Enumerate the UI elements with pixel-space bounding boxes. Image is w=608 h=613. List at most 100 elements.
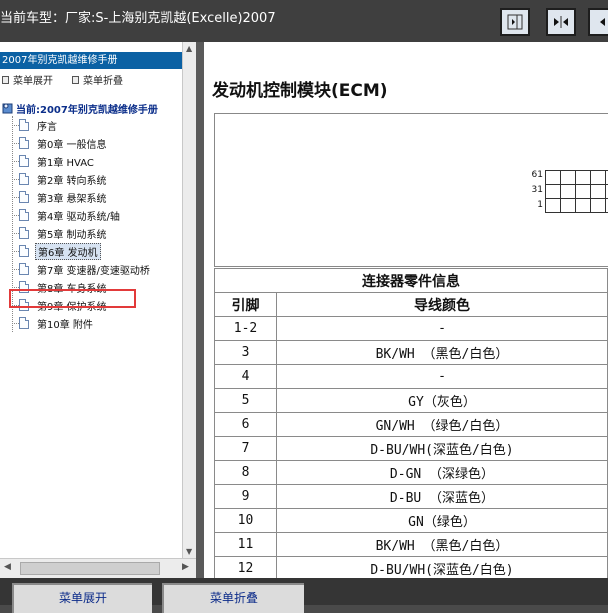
pin-number: 1-2 xyxy=(214,316,277,341)
pin-cell xyxy=(575,184,591,199)
document-icon xyxy=(19,209,29,221)
pin-label: 61 xyxy=(531,170,543,180)
menu-collapse-label: 菜单折叠 xyxy=(83,76,123,87)
tree-item[interactable]: 第5章 制动系统 xyxy=(12,224,109,242)
tree-item[interactable]: 第6章 发动机 xyxy=(12,242,101,260)
tree-item[interactable]: 第4章 驱动系统/轴 xyxy=(12,206,122,224)
tree-item-label: 第0章 一般信息 xyxy=(37,139,107,151)
table-row: 3 BK/WH （黑色/白色） xyxy=(214,340,608,365)
expand-button[interactable] xyxy=(588,8,608,36)
wire-color: BK/WH （黑色/白色） xyxy=(276,340,608,365)
tree-item[interactable]: 第7章 变速器/变速驱动桥 xyxy=(12,260,152,278)
panel-right-icon xyxy=(507,14,523,30)
table-row: 12 D-BU/WH(深蓝色/白色) xyxy=(214,556,608,578)
tree-item-label: 第4章 驱动系统/轴 xyxy=(37,211,120,223)
pin-number: 7 xyxy=(214,436,277,461)
tree-item-label: 第3章 悬架系统 xyxy=(37,193,107,205)
tree-item-label: 第10章 附件 xyxy=(37,319,93,331)
pin-cell xyxy=(590,184,606,199)
wire-color: D-BU （深蓝色） xyxy=(276,484,608,509)
tree-item-label: 序言 xyxy=(37,121,57,133)
pane-splitter[interactable] xyxy=(196,42,204,578)
content-pane: 发动机控制模块(ECM) 61 31 1 连接器零件信息 引脚 导线颜色 1-2… xyxy=(204,42,608,578)
scroll-left-icon[interactable]: ◀ xyxy=(4,562,11,572)
tree-connector xyxy=(12,196,19,198)
table-row: 10 GN（绿色） xyxy=(214,508,608,533)
vehicle-model-title: 当前车型：厂家:S-上海别克凯越(Excelle)2007 xyxy=(0,11,276,26)
pin-number: 10 xyxy=(214,508,277,533)
tree-item[interactable]: 第10章 附件 xyxy=(12,314,95,332)
tree-item-label: 第5章 制动系统 xyxy=(37,229,107,241)
pin-number: 4 xyxy=(214,364,277,389)
pin-number: 11 xyxy=(214,532,277,557)
menu-expand-link[interactable]: 菜单展开 xyxy=(2,72,53,87)
collapse-horizontal-button[interactable] xyxy=(546,8,576,36)
tree-connector xyxy=(12,124,19,126)
table-row: 1-2- xyxy=(214,316,608,341)
pin-label: 1 xyxy=(537,200,543,210)
panel-toggle-button[interactable] xyxy=(500,8,530,36)
tree-item[interactable]: 第2章 转向系统 xyxy=(12,170,109,188)
table-row: 7 D-BU/WH(深蓝色/白色) xyxy=(214,436,608,461)
selection-highlight xyxy=(9,289,136,308)
document-icon xyxy=(19,191,29,203)
table-row: 8 D-GN （深绿色） xyxy=(214,460,608,485)
document-icon xyxy=(19,317,29,329)
tree-item-label: 第7章 变速器/变速驱动桥 xyxy=(37,265,150,277)
tree-connector xyxy=(12,286,19,288)
expand-icon xyxy=(600,18,605,26)
tree-item[interactable]: 第1章 HVAC xyxy=(12,152,96,170)
connector-parts-table: 连接器零件信息 引脚 导线颜色 1-2-3 BK/WH （黑色/白色） 4-5 GY（… xyxy=(214,268,608,578)
tree-root[interactable]: 当前:2007年别克凯越维修手册 xyxy=(2,100,180,116)
table-row: 11 BK/WH （黑色/白色） xyxy=(214,532,608,557)
tree-item-label: 第6章 发动机 xyxy=(35,242,101,260)
pin-cell xyxy=(575,170,591,185)
footer-collapse-button[interactable]: 菜单折叠 xyxy=(162,583,304,613)
tree-connector xyxy=(12,232,19,234)
tree-item-label: 第2章 转向系统 xyxy=(37,175,107,187)
table-row: 5 GY（灰色） xyxy=(214,388,608,413)
tree-item[interactable]: 序言 xyxy=(12,116,59,134)
sidebar-tab[interactable]: 2007年别克凯越维修手册 xyxy=(0,52,190,69)
wire-color: - xyxy=(276,316,608,341)
tree-connector xyxy=(12,160,19,162)
tree-item[interactable]: 第0章 一般信息 xyxy=(12,134,109,152)
scroll-thumb[interactable] xyxy=(20,562,160,575)
collapse-horizontal-icon xyxy=(554,16,568,28)
scroll-right-icon[interactable]: ▶ xyxy=(182,562,189,572)
pin-number: 3 xyxy=(214,340,277,365)
tree-connector xyxy=(12,142,19,144)
sidebar-horizontal-scrollbar[interactable]: ◀ ▶ xyxy=(0,558,196,578)
document-icon xyxy=(19,137,29,149)
pin-cell xyxy=(560,184,576,199)
pin-label: 31 xyxy=(531,185,543,195)
pin-cell xyxy=(560,198,576,213)
column-header-wire-color: 导线颜色 xyxy=(276,292,608,317)
wire-color: D-GN （深绿色） xyxy=(276,460,608,485)
tree-connector xyxy=(12,250,19,252)
document-icon xyxy=(19,155,29,167)
document-icon xyxy=(19,245,29,257)
document-icon xyxy=(19,263,29,275)
tree-item[interactable]: 第3章 悬架系统 xyxy=(12,188,109,206)
scroll-up-icon[interactable]: ▲ xyxy=(186,44,192,53)
wire-color: - xyxy=(276,364,608,389)
pin-cell xyxy=(560,170,576,185)
table-row: 4- xyxy=(214,364,608,389)
wire-color: GY（灰色） xyxy=(276,388,608,413)
pin-cell xyxy=(590,198,606,213)
table-caption: 连接器零件信息 xyxy=(214,268,608,293)
footer-expand-button[interactable]: 菜单展开 xyxy=(12,583,152,613)
menu-collapse-link[interactable]: 菜单折叠 xyxy=(72,72,123,87)
wire-color: D-BU/WH(深蓝色/白色) xyxy=(276,556,608,578)
pin-cell xyxy=(545,170,561,185)
connector-diagram: 61 31 1 xyxy=(214,113,608,267)
scroll-down-icon[interactable]: ▼ xyxy=(186,547,192,556)
tree-root-label: 当前:2007年别克凯越维修手册 xyxy=(16,104,158,116)
pin-number: 6 xyxy=(214,412,277,437)
pin-cell xyxy=(575,198,591,213)
document-icon xyxy=(19,119,29,131)
sidebar-vertical-scrollbar[interactable]: ▲ ▼ xyxy=(182,42,196,558)
collapse-icon xyxy=(72,75,79,84)
book-icon xyxy=(2,103,13,114)
